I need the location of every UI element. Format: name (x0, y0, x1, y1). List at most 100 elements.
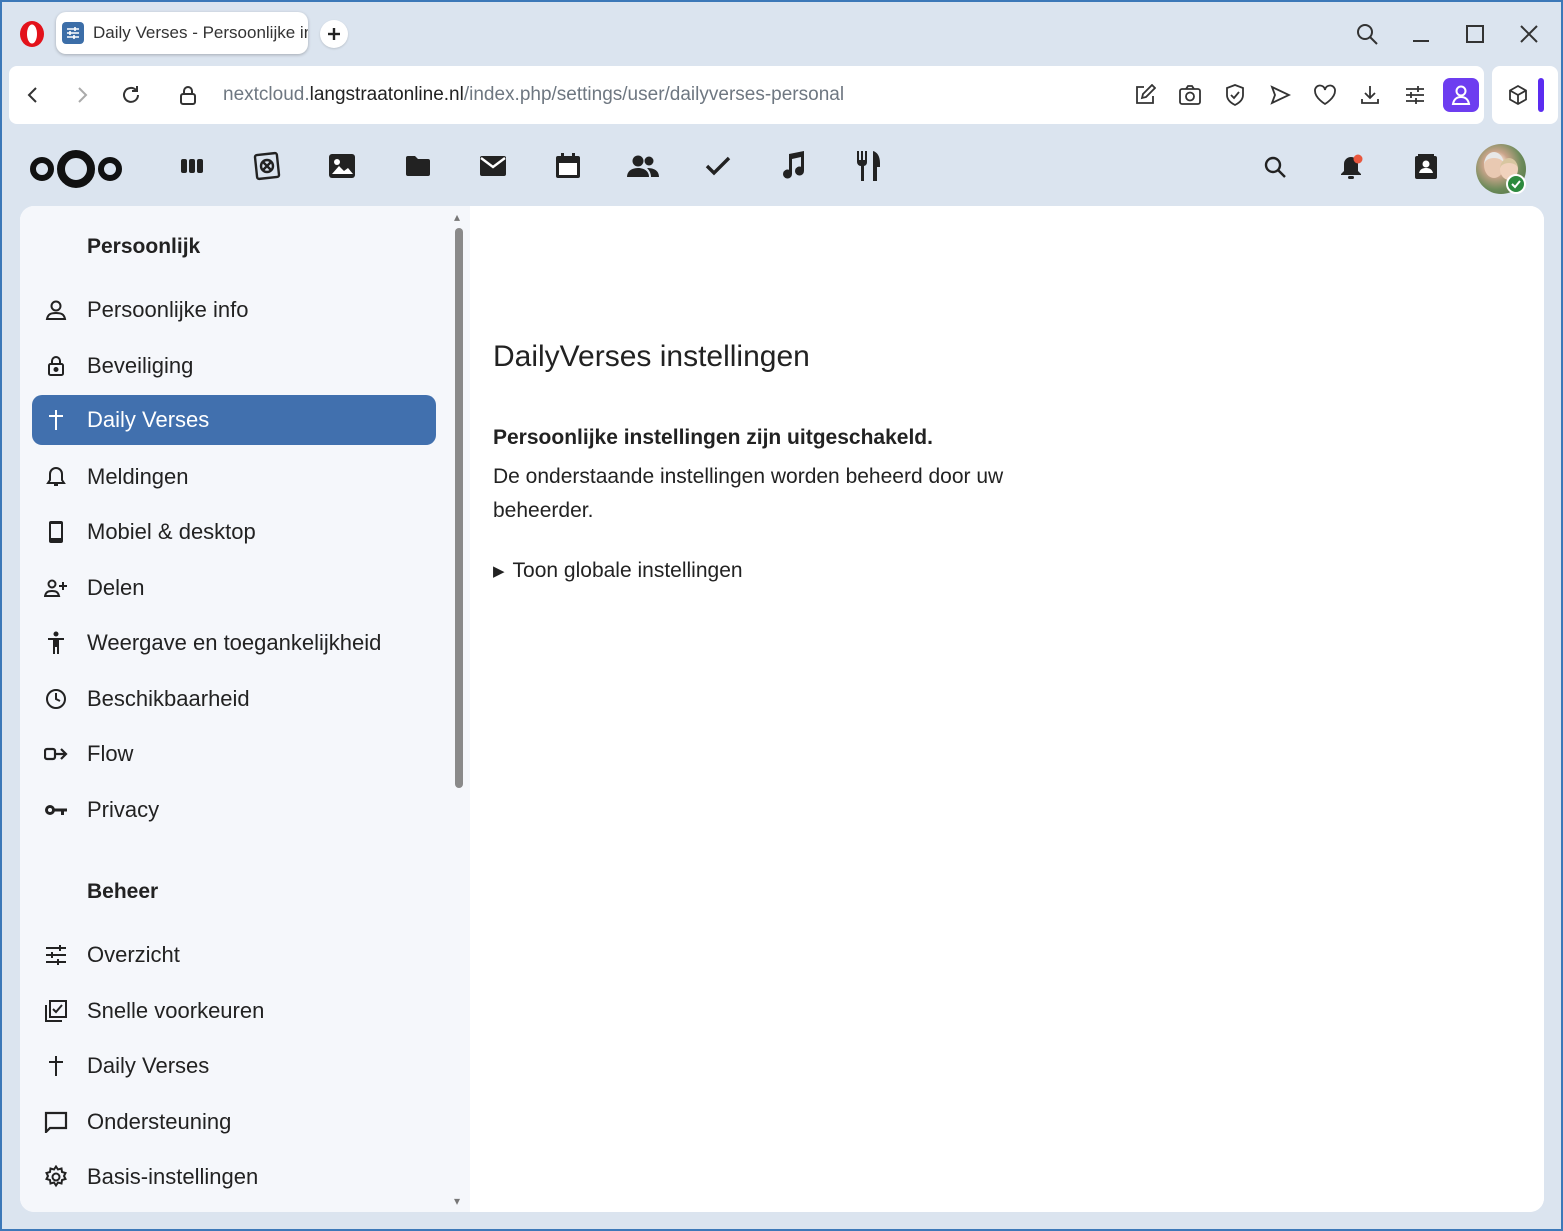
tasks-icon[interactable] (702, 150, 734, 182)
clock-icon (44, 687, 68, 711)
toggle-label: Toon globale instellingen (512, 559, 743, 582)
heart-icon[interactable] (1311, 81, 1339, 109)
sidebar-item-label: Beveiliging (87, 353, 194, 378)
browser-tab-bar: Daily Verses - Persoonlijke instellingen (0, 0, 1563, 66)
sidebar-item-overview[interactable]: Overzicht (32, 930, 436, 980)
share-edit-icon[interactable] (1131, 81, 1159, 109)
image-icon[interactable] (326, 150, 358, 182)
download-icon[interactable] (1356, 81, 1384, 109)
sidebar-item-label: Basis-instellingen (87, 1164, 259, 1189)
mail-icon[interactable] (477, 150, 509, 182)
shield-icon[interactable] (1221, 81, 1249, 109)
sidebar-item-label: Daily Verses (87, 407, 210, 432)
profile-button[interactable] (1443, 78, 1479, 112)
easy-setup-icon[interactable] (1401, 81, 1429, 109)
sidebar-item-label: Overzicht (87, 942, 180, 967)
camera-icon[interactable] (1176, 81, 1204, 109)
tune-icon (44, 943, 68, 967)
forward-button[interactable] (68, 81, 96, 109)
gear-icon (44, 1165, 68, 1189)
cross-icon (44, 1054, 68, 1078)
sidebar-item-label: Daily Verses (87, 1053, 210, 1078)
url-path: /index.php/settings/user/dailyverses-per… (463, 84, 845, 105)
share-user-icon (44, 576, 68, 600)
accessibility-icon (44, 631, 68, 655)
page-title: DailyVerses instellingen (493, 340, 810, 373)
cross-icon (44, 408, 68, 432)
sidebar-item-daily-verses[interactable]: Daily Verses (32, 395, 436, 445)
unified-search-icon[interactable] (1260, 152, 1290, 182)
key-icon (44, 798, 68, 822)
tab-title: Daily Verses - Persoonlijke instellingen (93, 23, 308, 42)
nextcloud-logo-icon[interactable] (30, 148, 122, 195)
cookbook-icon[interactable] (852, 150, 884, 182)
disclosure-triangle-icon: ▶ (493, 563, 505, 580)
browser-tab-active[interactable]: Daily Verses - Persoonlijke instellingen (56, 12, 308, 54)
url-domain: langstraatonline.nl (309, 84, 464, 105)
folder-icon[interactable] (402, 150, 434, 182)
search-tabs-icon[interactable] (1353, 20, 1381, 48)
online-status-icon (1506, 174, 1526, 194)
account-icon (44, 298, 68, 322)
sidebar-item-basic-settings[interactable]: Basis-instellingen (32, 1152, 436, 1202)
opera-logo-icon[interactable] (18, 20, 46, 48)
sidebar-item-admin-daily-verses[interactable]: Daily Verses (32, 1041, 436, 1091)
sidebar-item-quick-preferences[interactable]: Snelle voorkeuren (32, 986, 436, 1036)
extensions-area (1492, 66, 1558, 124)
dashboard-icon[interactable] (176, 150, 208, 182)
photo-album-icon[interactable] (251, 150, 283, 182)
scroll-up-arrow-icon[interactable]: ▴ (454, 210, 460, 224)
new-tab-button[interactable] (320, 20, 348, 48)
sidebar-item-personal-info[interactable]: Persoonlijke info (32, 285, 436, 335)
settings-favicon-icon (62, 22, 84, 44)
reload-button[interactable] (117, 81, 145, 109)
show-global-settings-toggle[interactable]: ▶ Toon globale instellingen (493, 559, 743, 583)
close-window-button[interactable] (1515, 20, 1543, 48)
user-avatar[interactable] (1476, 144, 1526, 194)
url-prefix: nextcloud. (223, 84, 310, 105)
sidebar-item-mobile-desktop[interactable]: Mobiel & desktop (32, 507, 436, 557)
checklist-icon (44, 999, 68, 1023)
sidebar-item-availability[interactable]: Beschikbaarheid (32, 674, 436, 724)
music-icon[interactable] (777, 150, 809, 182)
sidebar-item-label: Snelle voorkeuren (87, 998, 265, 1023)
sidebar-item-label: Persoonlijke info (87, 297, 249, 322)
disabled-notice-text: De onderstaande instellingen worden behe… (493, 465, 1004, 522)
extensions-cube-icon[interactable] (1504, 81, 1532, 109)
chat-bubble-icon (44, 1110, 68, 1134)
contacts-menu-icon[interactable] (1411, 152, 1441, 182)
bell-icon (44, 465, 68, 489)
section-title-admin: Beheer (87, 880, 159, 903)
url-field[interactable]: nextcloud.langstraatonline.nl/index.php/… (223, 84, 844, 106)
minimize-button[interactable] (1407, 20, 1435, 48)
settings-main-panel: DailyVerses instellingen Persoonlijke in… (470, 206, 1544, 1212)
back-button[interactable] (19, 81, 47, 109)
flow-icon (44, 742, 68, 766)
sidebar-item-support[interactable]: Ondersteuning (32, 1097, 436, 1147)
sidebar-item-privacy[interactable]: Privacy (32, 785, 436, 835)
sidebar-item-label: Weergave en toegankelijkheid (87, 630, 382, 655)
disabled-notice-heading: Persoonlijke instellingen zijn uitgescha… (493, 426, 933, 449)
maximize-button[interactable] (1461, 20, 1489, 48)
sidebar-item-label: Delen (87, 575, 145, 600)
notifications-bell-icon[interactable] (1336, 152, 1366, 182)
address-bar: nextcloud.langstraatonline.nl/index.php/… (9, 66, 1484, 124)
sidebar-item-security[interactable]: Beveiliging (32, 341, 436, 391)
sidebar-item-accessibility[interactable]: Weergave en toegankelijkheid (32, 618, 436, 668)
scroll-down-arrow-icon[interactable]: ▾ (454, 1194, 460, 1208)
sidebar-item-sharing[interactable]: Delen (32, 563, 436, 613)
lock-icon (44, 354, 68, 378)
sidebar-scrollbar[interactable] (455, 228, 463, 788)
app-content: ▴ ▾ Persoonlijk Persoonlijke info Beveil… (20, 206, 1544, 1212)
contacts-icon[interactable] (627, 150, 659, 182)
settings-sidebar: ▴ ▾ Persoonlijk Persoonlijke info Beveil… (20, 206, 470, 1212)
sidebar-accent-bar (1538, 78, 1544, 112)
send-icon[interactable] (1266, 81, 1294, 109)
nextcloud-header (0, 124, 1563, 206)
sidebar-item-label: Ondersteuning (87, 1109, 232, 1134)
sidebar-item-label: Flow (87, 741, 134, 766)
lock-icon[interactable] (174, 81, 202, 109)
calendar-icon[interactable] (552, 150, 584, 182)
sidebar-item-flow[interactable]: Flow (32, 729, 436, 779)
sidebar-item-notifications[interactable]: Meldingen (32, 452, 436, 502)
